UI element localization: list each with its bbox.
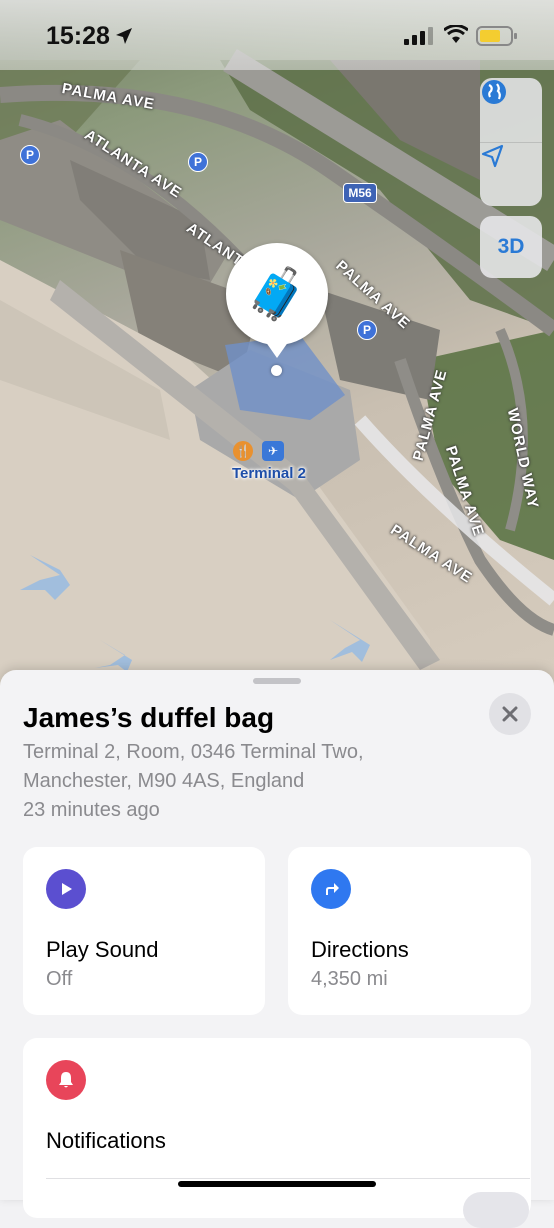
play-icon (46, 869, 86, 909)
parking-icon[interactable]: P (20, 145, 40, 165)
wifi-icon (444, 25, 468, 43)
3d-button[interactable]: 3D (480, 216, 542, 278)
parking-icon[interactable]: P (357, 320, 377, 340)
item-pin[interactable]: 🧳 (226, 243, 328, 345)
item-detail-sheet: James’s duffel bag Terminal 2, Room, 034… (0, 670, 554, 1228)
address-line-1: Terminal 2, Room, 0346 Terminal Two, (23, 741, 364, 763)
status-time: 15:28 (46, 22, 110, 50)
close-icon (502, 706, 518, 722)
map-mode-button[interactable] (480, 78, 542, 142)
notifications-label: Notifications (46, 1128, 166, 1153)
bell-icon (46, 1060, 86, 1100)
status-bar: 15:28 (0, 0, 554, 70)
track-location-button[interactable] (480, 143, 542, 207)
restaurant-icon[interactable]: 🍴 (233, 441, 253, 461)
location-arrow-icon (481, 144, 504, 168)
parking-icon[interactable]: P (188, 152, 208, 172)
pin-tail (263, 338, 291, 358)
directions-label: Directions (311, 937, 409, 962)
address-line-2: Manchester, M90 4AS, England (23, 770, 305, 792)
home-indicator[interactable] (178, 1181, 376, 1187)
play-sound-label: Play Sound (46, 937, 159, 962)
play-sound-card[interactable]: Play Sound Off (23, 847, 265, 1015)
item-name: James’s duffel bag (23, 702, 275, 733)
location-services-icon (116, 28, 132, 44)
notifications-card: Notifications (23, 1038, 531, 1228)
directions-icon (311, 869, 351, 909)
battery-icon (476, 26, 517, 46)
map-controls (480, 78, 542, 206)
sheet-grabber[interactable] (253, 678, 301, 684)
directions-card[interactable]: Directions 4,350 mi (288, 847, 531, 1015)
close-button[interactable] (489, 693, 531, 735)
terminal-label[interactable]: Terminal 2 (232, 465, 306, 482)
motorway-badge: M56 (343, 183, 377, 203)
directions-distance: 4,350 mi (311, 968, 388, 990)
luggage-icon: 🧳 (245, 265, 309, 322)
notifications-toggle[interactable] (463, 1192, 529, 1228)
location-dot (271, 365, 282, 376)
globe-icon (482, 80, 506, 104)
item-address: Terminal 2, Room, 0346 Terminal Two, Man… (23, 738, 483, 825)
play-sound-status: Off (46, 968, 73, 990)
airport-icon[interactable]: ✈ (262, 441, 284, 461)
divider (46, 1178, 530, 1179)
map-view[interactable]: PALMA AVE ATLANTA AVE ATLANTA PALMA AVE … (0, 0, 554, 700)
last-seen-time: 23 minutes ago (23, 799, 160, 821)
cellular-signal-icon (404, 27, 433, 45)
